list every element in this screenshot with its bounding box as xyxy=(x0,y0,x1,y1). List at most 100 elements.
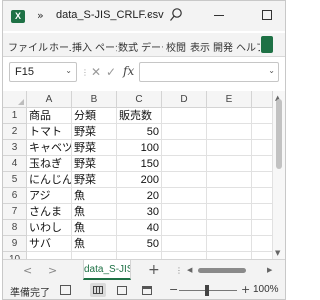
cell-c8[interactable]: 40 xyxy=(117,220,162,236)
cell-b10[interactable] xyxy=(72,252,117,259)
page-break-view-icon[interactable] xyxy=(142,286,152,295)
minimize-icon[interactable] xyxy=(214,15,224,16)
vertical-scrollbar[interactable]: ▲ ▼ xyxy=(273,91,285,259)
row-header[interactable]: 8 xyxy=(3,220,27,236)
cell-f9[interactable] xyxy=(252,236,273,252)
cell-b3[interactable]: 野菜 xyxy=(72,140,117,156)
tab-page-layout[interactable]: ページ xyxy=(95,39,117,54)
column-header-f[interactable] xyxy=(252,91,273,108)
row-header[interactable]: 2 xyxy=(3,124,27,140)
cell-c1[interactable]: 販売数 xyxy=(117,108,162,124)
tab-home[interactable]: ホーム xyxy=(49,39,71,54)
cell-e5[interactable] xyxy=(207,172,252,188)
zoom-out-icon[interactable]: − xyxy=(169,283,178,296)
cell-e3[interactable] xyxy=(207,140,252,156)
tab-insert[interactable]: 挿入 xyxy=(72,39,92,54)
cell-b4[interactable]: 野菜 xyxy=(72,156,117,172)
quick-access-more-icon[interactable]: » xyxy=(37,9,44,22)
normal-view-icon[interactable] xyxy=(90,283,106,297)
insert-function-icon[interactable]: fx xyxy=(123,64,134,78)
cell-e6[interactable] xyxy=(207,188,252,204)
zoom-in-icon[interactable]: + xyxy=(241,283,250,296)
accessibility-icon[interactable] xyxy=(60,285,71,295)
column-header-d[interactable]: D xyxy=(162,91,207,108)
cell-d10[interactable] xyxy=(162,252,207,259)
cell-a9[interactable]: サバ xyxy=(27,236,72,252)
spreadsheet-grid[interactable]: A B C D E 1 商品 分類 販売数 2 トマト 野菜 50 3 キャベツ… xyxy=(3,91,285,259)
search-icon[interactable] xyxy=(169,7,183,23)
cell-b7[interactable]: 魚 xyxy=(72,204,117,220)
tab-file[interactable]: ファイル xyxy=(8,39,48,54)
cell-a1[interactable]: 商品 xyxy=(27,108,72,124)
cell-b6[interactable]: 魚 xyxy=(72,188,117,204)
tab-view[interactable]: 表示 xyxy=(190,39,210,54)
add-sheet-button[interactable]: + xyxy=(148,262,160,278)
cell-d1[interactable] xyxy=(162,108,207,124)
title-dropdown-icon[interactable]: ⌄ xyxy=(146,9,154,19)
cell-e7[interactable] xyxy=(207,204,252,220)
cell-a3[interactable]: キャベツ xyxy=(27,140,72,156)
cell-f6[interactable] xyxy=(252,188,273,204)
tab-review[interactable]: 校閲 xyxy=(166,39,186,54)
cell-a7[interactable]: さんま xyxy=(27,204,72,220)
cell-d8[interactable] xyxy=(162,220,207,236)
enter-icon[interactable]: ✓ xyxy=(106,65,116,79)
horizontal-scroll-thumb[interactable] xyxy=(198,268,246,273)
expand-formula-icon[interactable]: ⌄ xyxy=(268,66,275,75)
cell-e9[interactable] xyxy=(207,236,252,252)
row-header[interactable]: 3 xyxy=(3,140,27,156)
cell-a10[interactable] xyxy=(27,252,72,259)
zoom-slider-thumb[interactable] xyxy=(205,285,209,296)
cell-c6[interactable]: 20 xyxy=(117,188,162,204)
name-box[interactable]: F15 ⌄ xyxy=(9,62,77,82)
maximize-icon[interactable] xyxy=(262,10,272,20)
cell-e10[interactable] xyxy=(207,252,252,259)
scroll-down-icon[interactable]: ▼ xyxy=(275,249,280,257)
row-header[interactable]: 5 xyxy=(3,172,27,188)
cell-f3[interactable] xyxy=(252,140,273,156)
cell-f7[interactable] xyxy=(252,204,273,220)
row-header[interactable]: 7 xyxy=(3,204,27,220)
tab-help[interactable]: ヘルプ xyxy=(236,39,260,54)
zoom-level[interactable]: 100% xyxy=(253,284,279,295)
cell-d9[interactable] xyxy=(162,236,207,252)
cell-c4[interactable]: 150 xyxy=(117,156,162,172)
ribbon-overflow-button[interactable] xyxy=(261,36,273,53)
cell-c9[interactable]: 50 xyxy=(117,236,162,252)
previous-sheet-icon[interactable]: < xyxy=(23,264,32,277)
cell-c3[interactable]: 100 xyxy=(117,140,162,156)
cell-b1[interactable]: 分類 xyxy=(72,108,117,124)
cell-c10[interactable] xyxy=(117,252,162,259)
cell-f10[interactable] xyxy=(252,252,273,259)
tab-developer[interactable]: 開発 xyxy=(213,39,233,54)
column-header-a[interactable]: A xyxy=(27,91,72,108)
chevron-down-icon[interactable]: ⌄ xyxy=(65,66,72,75)
row-header[interactable]: 6 xyxy=(3,188,27,204)
cell-f8[interactable] xyxy=(252,220,273,236)
cell-e2[interactable] xyxy=(207,124,252,140)
cell-e8[interactable] xyxy=(207,220,252,236)
column-header-c[interactable]: C xyxy=(117,91,162,108)
cell-e4[interactable] xyxy=(207,156,252,172)
cell-f1[interactable] xyxy=(252,108,273,124)
vertical-scroll-thumb[interactable] xyxy=(276,99,282,169)
sheet-tab-active[interactable]: data_S-JIS_CRLF xyxy=(83,260,131,280)
cell-a8[interactable]: いわし xyxy=(27,220,72,236)
cell-b9[interactable]: 魚 xyxy=(72,236,117,252)
tab-data[interactable]: データ xyxy=(141,39,163,54)
row-header[interactable]: 9 xyxy=(3,236,27,252)
scroll-left-icon[interactable]: ◀ xyxy=(187,266,192,274)
select-all-button[interactable] xyxy=(3,91,27,108)
column-header-e[interactable]: E xyxy=(207,91,252,108)
cell-f2[interactable] xyxy=(252,124,273,140)
cell-d3[interactable] xyxy=(162,140,207,156)
cell-d2[interactable] xyxy=(162,124,207,140)
cell-b8[interactable]: 魚 xyxy=(72,220,117,236)
cell-c2[interactable]: 50 xyxy=(117,124,162,140)
cell-d4[interactable] xyxy=(162,156,207,172)
cell-a2[interactable]: トマト xyxy=(27,124,72,140)
more-icon[interactable]: ⋮ xyxy=(175,266,183,275)
page-layout-view-icon[interactable] xyxy=(117,286,127,295)
cell-e1[interactable] xyxy=(207,108,252,124)
cell-c5[interactable]: 200 xyxy=(117,172,162,188)
